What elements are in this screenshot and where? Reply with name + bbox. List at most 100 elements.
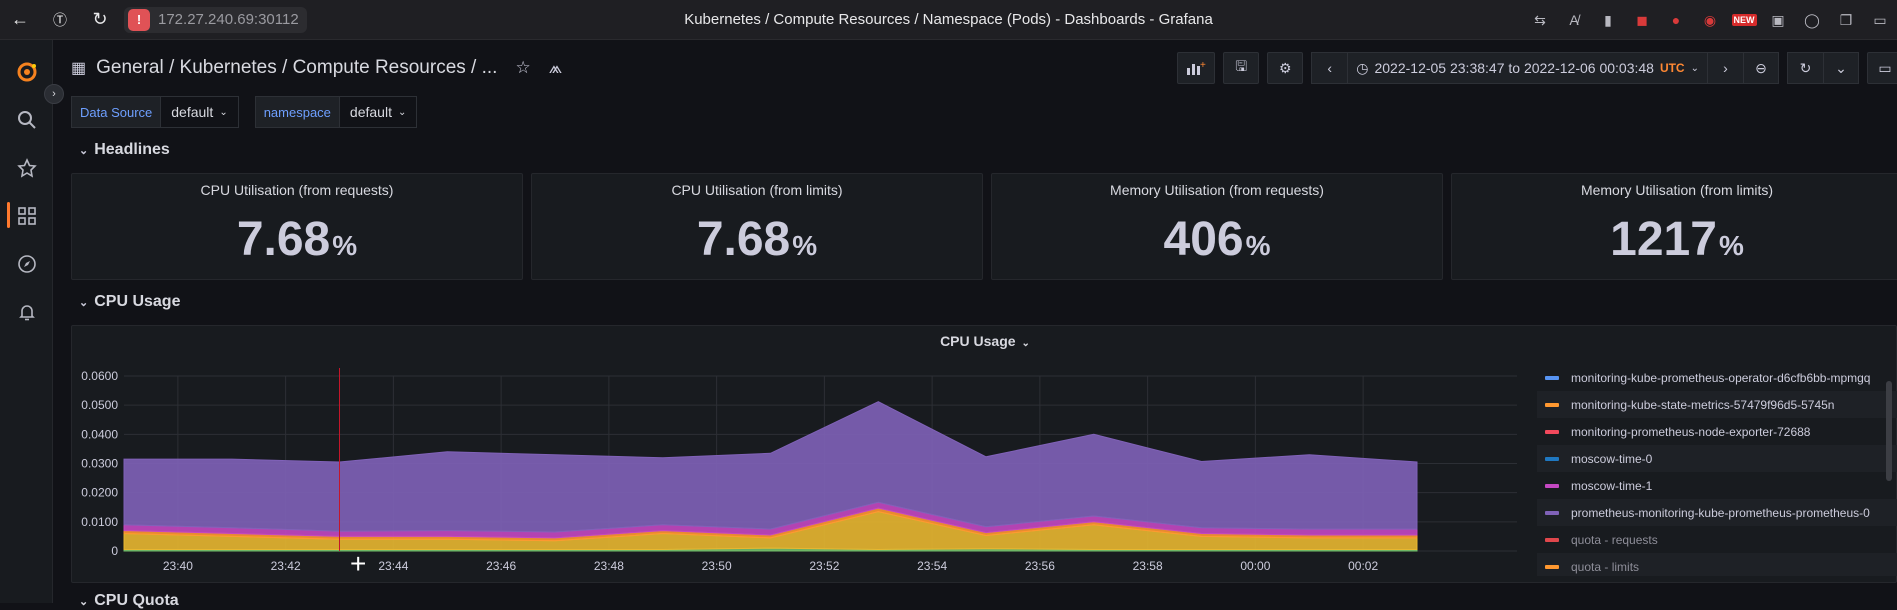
cpu-usage-chart[interactable]: 0 0.0100 0.0200 0.0300 0.0400 0.0500 0.0600 23:… <box>72 326 1532 584</box>
namespace-variable-label: namespace <box>254 96 340 128</box>
insecure-warning-icon[interactable]: ! <box>128 8 150 31</box>
refresh-interval-chevron-icon[interactable]: ⌄ <box>1823 52 1859 84</box>
time-shift-back-icon[interactable]: ‹ <box>1311 52 1348 84</box>
y-tick-label: 0.0600 <box>81 369 118 383</box>
bookmark-icon[interactable]: ▮ <box>1591 0 1625 40</box>
clock-icon: ◷ <box>1356 59 1369 76</box>
namespace-variable-select[interactable]: default ⌄ <box>339 96 418 128</box>
svg-text:+: + <box>1200 60 1206 71</box>
grafana-logo-icon[interactable] <box>0 52 53 92</box>
stat-value: 7.68% <box>72 212 522 267</box>
save-dashboard-icon[interactable]: 🖫 <box>1223 52 1260 84</box>
legend-swatch <box>1545 564 1559 569</box>
share-icon[interactable]: ⩕ <box>549 58 562 78</box>
legend-item[interactable]: quota - requests <box>1537 526 1897 553</box>
chevron-down-icon: ⌄ <box>1690 62 1699 74</box>
legend-swatch <box>1545 483 1559 488</box>
stat-value: 406% <box>992 212 1442 267</box>
stat-panel-memory-limits[interactable]: Memory Utilisation (from limits) 1217% <box>1451 173 1897 280</box>
row-headlines[interactable]: ⌄ Headlines <box>79 141 170 159</box>
address-bar[interactable]: ! 172.27.240.69:30112 <box>124 6 307 33</box>
legend-item[interactable]: moscow-time-0 <box>1537 445 1897 472</box>
time-picker[interactable]: ◷ 2022-12-05 23:38:47 to 2022-12-06 00:0… <box>1347 52 1707 84</box>
back-icon[interactable]: ← <box>0 0 40 40</box>
menu-icon[interactable]: ▭ <box>1863 0 1897 40</box>
chevron-down-icon: ⌄ <box>79 596 89 608</box>
stat-panel-memory-requests[interactable]: Memory Utilisation (from requests) 406% <box>991 173 1443 280</box>
x-tick-label: 23:48 <box>594 559 624 573</box>
y-tick-label: 0.0400 <box>81 427 118 441</box>
legend-swatch <box>1545 456 1559 461</box>
collections-icon[interactable]: ❐ <box>1829 0 1863 40</box>
legend-item[interactable]: quota - limits <box>1537 553 1897 576</box>
chevron-down-icon: ⌄ <box>79 144 89 157</box>
starred-icon[interactable] <box>0 148 53 188</box>
stat-panel-cpu-requests[interactable]: CPU Utilisation (from requests) 7.68% <box>71 173 523 280</box>
time-shift-forward-icon[interactable]: › <box>1707 52 1743 84</box>
stat-number: 7.68 <box>696 213 791 266</box>
stat-title: Memory Utilisation (from limits) <box>1580 182 1774 198</box>
legend-item[interactable]: monitoring-prometheus-node-exporter-7268… <box>1537 418 1897 445</box>
legend-scrollbar[interactable] <box>1886 381 1892 481</box>
legend-item[interactable]: monitoring-kube-prometheus-operator-d6cf… <box>1537 364 1897 391</box>
yandex-icon[interactable]: Ⓣ <box>40 0 80 40</box>
stat-title: CPU Utilisation (from requests) <box>200 182 394 198</box>
sidebar-expand-chevron-icon[interactable]: › <box>44 84 64 104</box>
ublock-icon[interactable]: ◼ <box>1625 0 1659 40</box>
y-tick-label: 0.0300 <box>81 457 118 471</box>
search-icon[interactable] <box>0 100 53 140</box>
stat-unit: % <box>1718 230 1744 261</box>
stat-unit: % <box>792 230 818 261</box>
extension-icon[interactable]: ● <box>1659 0 1693 40</box>
x-tick-label: 23:58 <box>1133 559 1163 573</box>
chevron-down-icon: ⌄ <box>79 296 89 309</box>
add-panel-button[interactable]: + <box>1177 52 1216 84</box>
reader-icon[interactable]: A̸ <box>1557 0 1591 40</box>
namespace-variable-value: default <box>349 104 392 120</box>
new-badge-icon[interactable]: NEW <box>1727 0 1761 40</box>
pocket-icon[interactable]: ◉ <box>1693 0 1727 40</box>
dashboard-navbar: ▦ General / Kubernetes / Compute Resourc… <box>53 40 1897 96</box>
alerting-bell-icon[interactable] <box>0 292 53 332</box>
legend-item[interactable]: prometheus-monitoring-kube-prometheus-pr… <box>1537 499 1897 526</box>
legend-item[interactable]: monitoring-kube-state-metrics-57479f96d5… <box>1537 391 1897 418</box>
settings-gear-icon[interactable]: ⚙ <box>1267 52 1304 84</box>
translate-icon[interactable]: ⇆ <box>1523 0 1557 40</box>
stat-panel-cpu-limits[interactable]: CPU Utilisation (from limits) 7.68% <box>531 173 983 280</box>
x-tick-label: 23:46 <box>486 559 516 573</box>
legend-label: monitoring-kube-prometheus-operator-d6cf… <box>1571 370 1871 385</box>
legend-swatch <box>1545 402 1559 407</box>
row-cpu-quota-title: CPU Quota <box>94 592 179 609</box>
legend-label: monitoring-prometheus-node-exporter-7268… <box>1571 424 1811 439</box>
tv-mode-icon[interactable]: ▭ <box>1867 52 1897 84</box>
stat-number: 1217 <box>1610 213 1717 266</box>
y-tick-label: 0.0200 <box>81 486 118 500</box>
zoom-out-icon[interactable]: ⊖ <box>1743 52 1779 84</box>
vpn-icon[interactable]: ▣ <box>1761 0 1795 40</box>
legend-label: quota - limits <box>1571 559 1640 574</box>
x-tick-label: 00:02 <box>1348 559 1378 573</box>
stat-unit: % <box>1245 230 1271 261</box>
dashboards-icon[interactable] <box>0 196 53 236</box>
stat-unit: % <box>332 230 358 261</box>
dashboard-grid-icon: ▦ <box>71 60 87 77</box>
globe-icon[interactable]: ◯ <box>1795 0 1829 40</box>
row-cpu-quota[interactable]: ⌄ CPU Quota <box>79 592 179 610</box>
x-tick-label: 23:40 <box>163 559 193 573</box>
reload-icon[interactable]: ↻ <box>80 0 120 40</box>
row-cpu-usage[interactable]: ⌄ CPU Usage <box>79 293 180 311</box>
refresh-icon[interactable]: ↻ <box>1787 52 1823 84</box>
x-tick-label: 23:44 <box>378 559 408 573</box>
explore-icon[interactable] <box>0 244 53 284</box>
legend-label: quota - requests <box>1571 532 1658 547</box>
breadcrumb[interactable]: General / Kubernetes / Compute Resources… <box>96 57 497 79</box>
legend-item[interactable]: moscow-time-1 <box>1537 472 1897 499</box>
x-tick-label: 23:50 <box>702 559 732 573</box>
y-tick-label: 0 <box>111 544 118 558</box>
chevron-down-icon: ⌄ <box>397 106 407 118</box>
datasource-variable-select[interactable]: default ⌄ <box>161 96 239 128</box>
cpu-usage-graph-panel[interactable]: CPU Usage ⌄ 0 0.0100 0.0200 0.0300 0.0400 0.05… <box>71 325 1897 583</box>
mouse-cursor-icon: + <box>350 548 367 579</box>
star-icon[interactable]: ☆ <box>515 58 530 78</box>
time-range-text: 2022-12-05 23:38:47 to 2022-12-06 00:03:… <box>1374 60 1654 76</box>
